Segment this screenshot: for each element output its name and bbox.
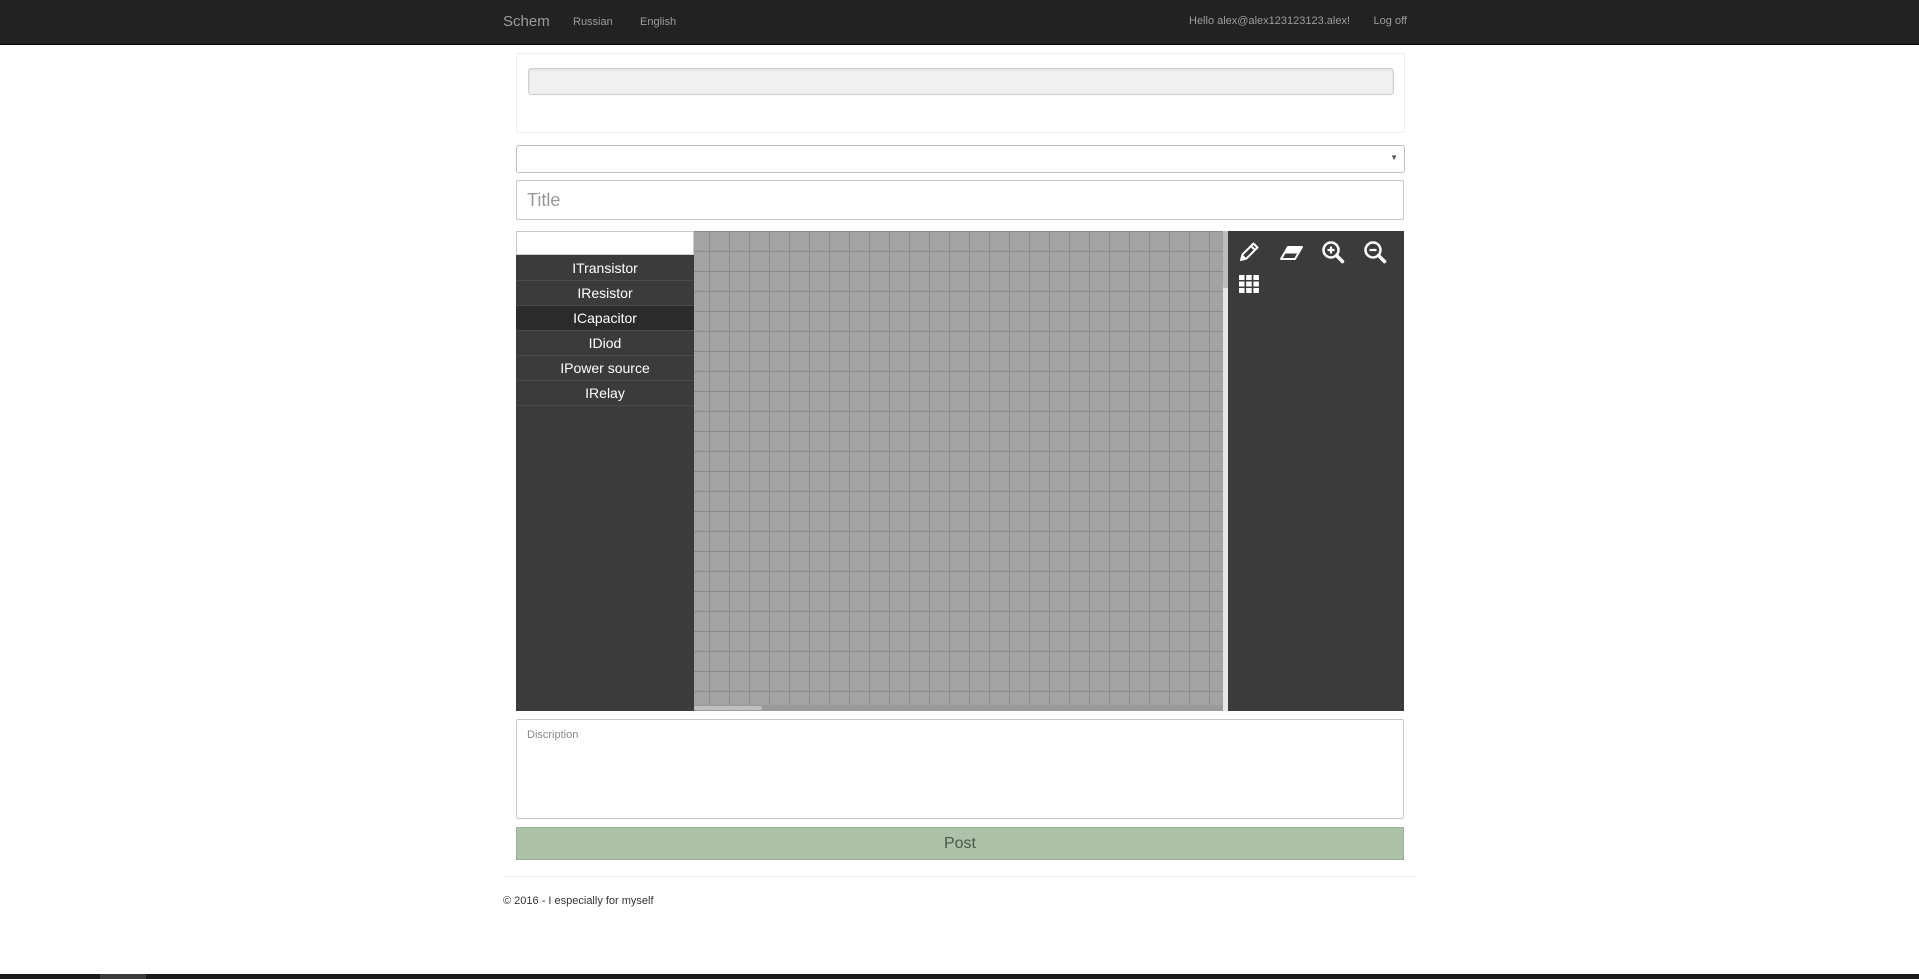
description-textarea[interactable] [516,719,1404,819]
component-search-input[interactable] [516,231,694,255]
post-button[interactable]: Post [516,827,1404,860]
dropdown-arrow-icon: ▼ [1390,153,1398,162]
schematic-editor: ITransistor IResistor ICapacitor IDiod I… [516,231,1404,711]
upload-panel [516,53,1405,133]
component-item-relay[interactable]: IRelay [516,381,694,406]
component-item-resistor[interactable]: IResistor [516,281,694,306]
tools-panel [1228,231,1404,711]
component-item-diod[interactable]: IDiod [516,331,694,356]
pencil-icon [1240,242,1259,261]
canvas-horizontal-scrollbar[interactable] [694,705,1223,711]
title-input[interactable] [516,180,1404,220]
user-greeting-link[interactable]: Hello alex@alex123123123.alex! [1189,15,1350,27]
schematic-canvas[interactable] [694,231,1223,711]
bottom-strip-segment [100,974,146,979]
log-off-link[interactable]: Log off [1374,15,1407,27]
footer-copyright: © 2016 - I especially for myself [503,895,654,907]
navbar-container: Schem Russian English Hello alex@alex123… [503,0,1407,44]
category-select[interactable]: ▼ [516,145,1405,173]
zoom-out-icon [1364,241,1387,264]
grid-icon [1239,275,1259,293]
eraser-tool-button[interactable] [1278,239,1304,265]
language-english-link[interactable]: English [640,16,676,28]
component-item-power-source[interactable]: IPower source [516,356,694,381]
upload-progress-bar [528,68,1394,95]
grid-tool-button[interactable] [1236,271,1262,297]
language-russian-link[interactable]: Russian [573,16,613,28]
component-item-capacitor[interactable]: ICapacitor [516,306,694,331]
horizontal-scrollbar-thumb[interactable] [694,706,762,710]
component-item-transistor[interactable]: ITransistor [516,256,694,281]
component-list: ITransistor IResistor ICapacitor IDiod I… [516,256,694,406]
zoom-in-tool-button[interactable] [1320,239,1346,265]
footer-divider [503,876,1416,877]
brand-link[interactable]: Schem [503,13,550,30]
pencil-tool-button[interactable] [1236,239,1262,265]
zoom-out-tool-button[interactable] [1362,239,1388,265]
zoom-in-icon [1322,241,1345,264]
navbar: Schem Russian English Hello alex@alex123… [0,0,1919,45]
eraser-icon [1280,246,1303,260]
bottom-strip [0,974,1919,979]
component-panel: ITransistor IResistor ICapacitor IDiod I… [516,231,694,711]
